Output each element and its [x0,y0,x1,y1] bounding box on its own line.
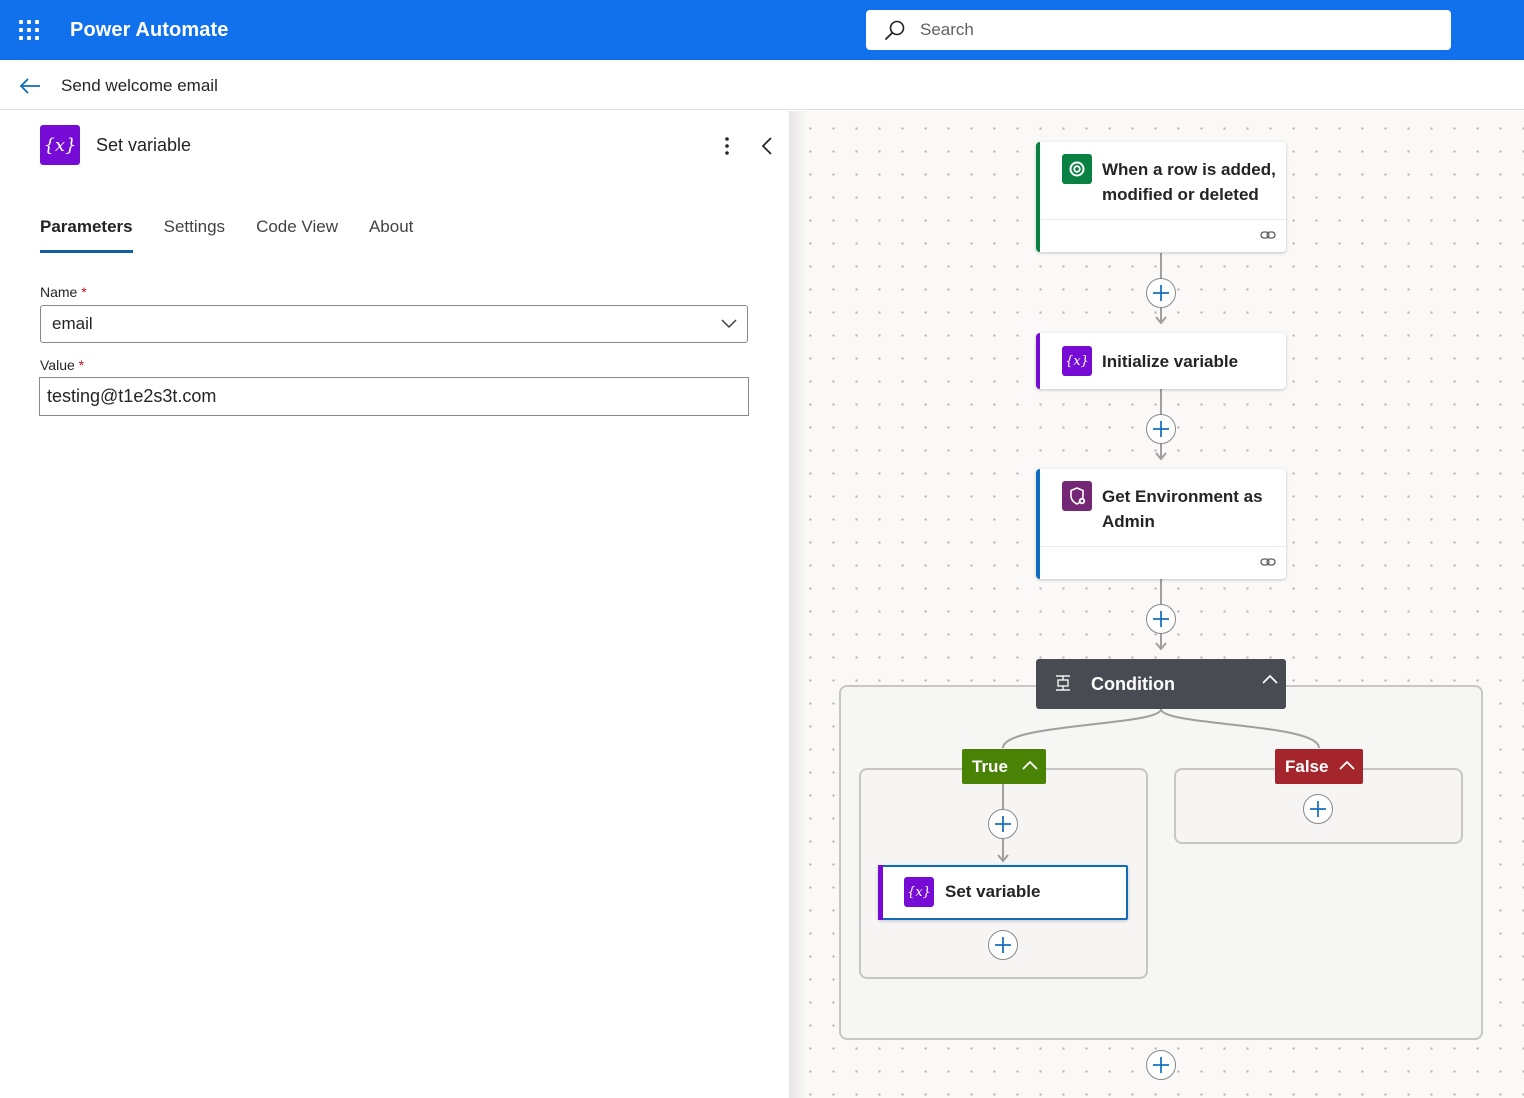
tab-settings[interactable]: Settings [164,217,225,253]
pane-divider-shadow [789,111,807,1098]
chevron-down-icon [721,319,737,329]
collapse-pane-icon[interactable] [758,135,776,157]
name-label: Name * [40,284,87,300]
add-action-button[interactable] [988,809,1018,839]
plus-icon [1310,801,1326,817]
name-dropdown[interactable]: email [40,305,748,343]
add-action-button[interactable] [988,930,1018,960]
name-value: email [52,314,93,333]
plus-icon [995,937,1011,953]
plus-icon [1153,1057,1169,1073]
chevron-up-icon[interactable] [1339,760,1355,770]
search-icon [885,20,905,40]
more-options-icon[interactable] [718,135,736,157]
search-box[interactable]: Search [866,10,1451,50]
set-variable-title: Set variable [945,882,1041,901]
add-action-button[interactable] [1303,794,1333,824]
back-arrow-icon[interactable] [18,74,42,98]
tab-parameters[interactable]: Parameters [40,217,133,253]
true-branch-connectors [997,784,1009,863]
card-accent [878,865,883,920]
app-launcher-icon[interactable] [19,20,40,41]
required-mark: * [81,284,87,300]
flow-name: Send welcome email [61,76,218,95]
required-mark: * [78,357,85,373]
tab-code-view[interactable]: Code View [256,217,338,253]
action-details-pane: {x} Set variable Parameters Settings Cod… [0,111,788,1098]
variable-icon: {x} [904,877,934,907]
value-text: testing@t1e2s3t.com [47,386,217,406]
top-bar: Power Automate Search [0,0,1524,60]
app-title[interactable]: Power Automate [70,19,228,42]
flow-header: Send welcome email [0,60,1524,110]
search-placeholder[interactable]: Search [920,20,974,40]
false-branch-label[interactable]: False [1275,749,1363,784]
set-variable-card[interactable]: {x} Set variable [878,865,1128,920]
flow-canvas[interactable]: When a row is added, modified or deleted… [789,111,1524,1098]
variable-icon: {x} [40,125,80,165]
value-label-text: Value [40,357,75,373]
pane-title[interactable]: Set variable [96,135,191,156]
pane-tabs: Parameters Settings Code View About [40,217,444,253]
value-input[interactable]: testing@t1e2s3t.com [39,377,749,416]
value-label: Value * [40,357,84,373]
name-label-text: Name [40,284,78,300]
tab-about[interactable]: About [369,217,413,253]
plus-icon [995,816,1011,832]
false-label-text: False [1285,756,1329,776]
add-action-button[interactable] [1146,1050,1176,1080]
